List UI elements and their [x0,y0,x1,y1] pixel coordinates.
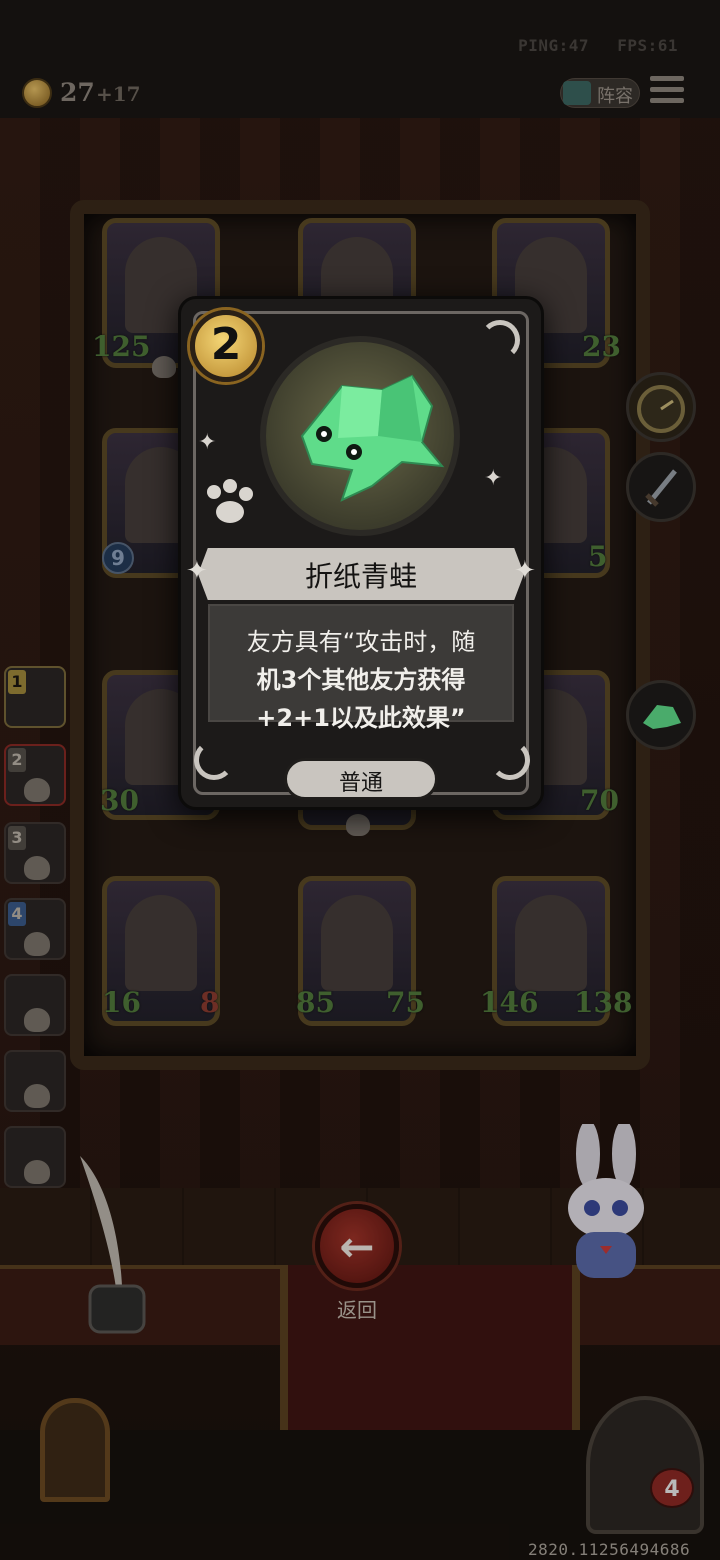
shop-door-icon[interactable] [40,1398,110,1502]
menu-icon [650,76,684,81]
skull-icon [24,856,50,880]
hero-attack: 85 [296,986,335,1019]
hero-attack: 30 [100,784,139,817]
skull-icon [24,1084,50,1108]
card-rarity: 普通 [338,771,383,796]
skull-icon [24,1008,50,1032]
origami-frog-icon [300,374,445,502]
roster-slot[interactable]: 4 [4,898,66,960]
roster-number: 2 [8,748,26,772]
hero-health: 70 [580,784,619,817]
swirl-ornament-icon [480,320,520,360]
fps-readout: FPS:61 [617,36,678,55]
version-number: 2820.11256494686 [528,1540,691,1559]
roster-number: 4 [8,902,26,926]
skull-icon [152,356,176,378]
roster-number: 1 [8,670,26,694]
lives-heart: 4 [650,1468,694,1508]
paw-print-icon [207,479,253,523]
menu-button[interactable] [650,76,684,106]
hero-attack: 125 [92,330,151,363]
card-cost: 2 [210,319,242,370]
dagger-icon [645,469,677,507]
back-button[interactable]: ← [315,1204,399,1288]
origami-frog-icon [643,705,681,729]
back-label: 返回 [337,1298,377,1322]
skull-icon [24,778,50,802]
top-bar: PING:47 FPS:61 27 +17 阵容 [0,0,720,118]
roster-slot[interactable] [4,974,66,1036]
skull-icon [24,1160,50,1184]
pocket-watch-icon [637,385,685,433]
hero-health: 8 [200,986,220,1019]
quill-and-ink-icon [80,1156,146,1334]
swirl-ornament-icon [194,740,234,780]
hero-health: 23 [582,330,621,363]
hero-attack: 146 [480,986,539,1019]
roster-slot[interactable]: 3 [4,822,66,884]
hero-health: 138 [574,986,633,1019]
origami-frog-item[interactable] [626,680,696,750]
player-avatar[interactable] [586,1396,704,1534]
hero-health: 5 [588,540,608,573]
hero-portrait [515,895,587,991]
bunny-mascot-icon [568,1124,644,1278]
swirl-ornament-icon [490,740,530,780]
hero-attack: 9 [102,542,134,574]
skull-icon [24,932,50,956]
card-name: 折纸青蛙 [304,560,417,593]
roster-slot[interactable]: 2 [4,744,66,806]
coin-income: +17 [96,82,141,106]
card-description-line: 友方具有“攻击时，随 [246,628,476,656]
hero-portrait [321,895,393,991]
dagger-item[interactable] [626,452,696,522]
hero-portrait [125,895,197,991]
sparkle-icon: ✦ [484,466,503,491]
roster-slot[interactable]: 1 [4,666,66,728]
arrow-left-icon: ← [339,1222,375,1271]
roster-slot[interactable] [4,1050,66,1112]
pocket-watch-item[interactable] [626,372,696,442]
card-description-line: 机3个其他友方获得 [256,666,466,694]
card-description-line: +2+1以及此效果” [256,704,466,732]
network-stats: PING:47 FPS:61 [518,36,678,55]
book-icon [563,81,591,105]
lineup-button[interactable]: 阵容 [560,78,640,108]
cost-badge: 2 [190,310,262,382]
roster-number: 3 [8,826,26,850]
hero-health: 75 [386,986,425,1019]
skull-icon [346,814,370,836]
hero-attack: 16 [102,986,141,1019]
roster-slot[interactable] [4,1126,66,1188]
coin-icon [22,78,52,108]
sparkle-icon: ✦ [198,430,217,455]
lineup-label: 阵容 [597,86,633,107]
coin-count: 27 [60,78,95,107]
ping-readout: PING:47 [518,36,590,55]
